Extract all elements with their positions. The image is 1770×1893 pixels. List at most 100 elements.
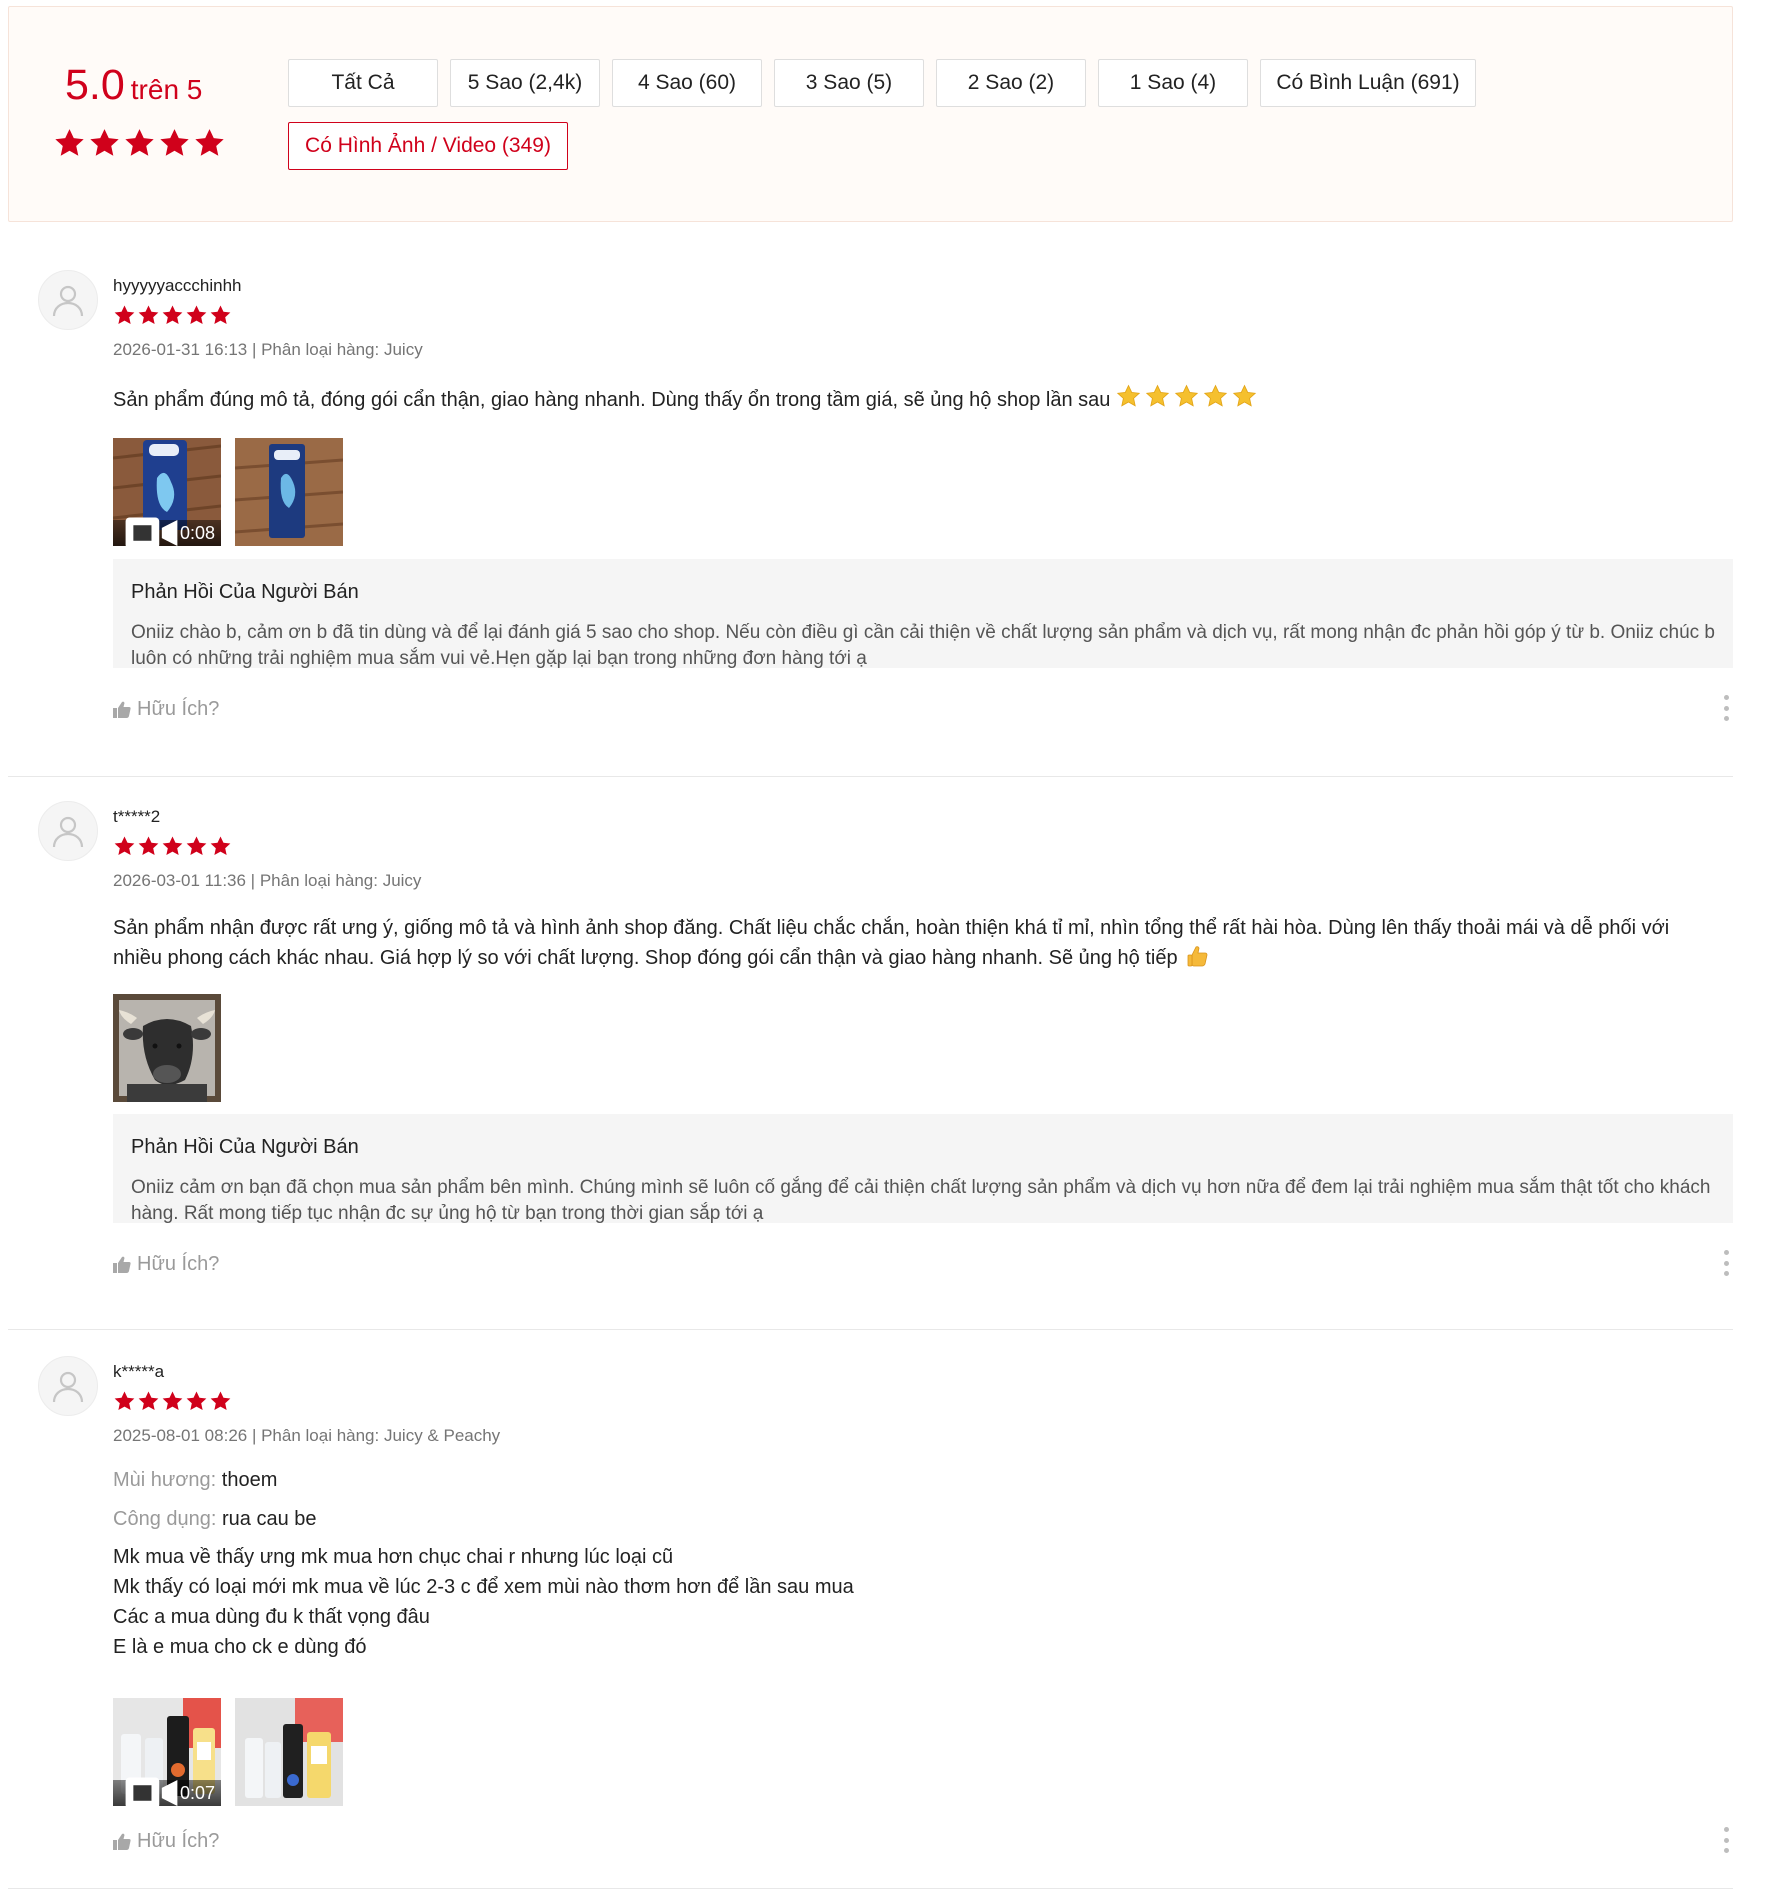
image-thumbnail[interactable] [113, 994, 221, 1102]
star-icon [195, 129, 224, 156]
video-thumbnail[interactable]: 0:08 [113, 438, 221, 546]
attribute-value: thoem [221, 1469, 278, 1491]
filter-3-star[interactable]: 3 Sao (5) [774, 59, 924, 107]
star-icon [138, 305, 159, 325]
star-icon [186, 836, 207, 856]
user-avatar-icon [52, 285, 84, 317]
attribute-value: rua cau be [221, 1508, 317, 1530]
star-icon [210, 836, 231, 856]
seller-reply: Phản Hồi Của Người Bán Oniiz cảm ơn bạn … [113, 1114, 1733, 1224]
user-avatar-icon [52, 816, 84, 848]
star-icon [186, 305, 207, 325]
star-icon [114, 305, 135, 325]
video-overlay: 0:07 [113, 1777, 221, 1806]
star-icon [114, 1391, 135, 1411]
thumbs-up-icon [113, 701, 131, 718]
average-rating: 5.0 trên 5 [65, 61, 202, 110]
image-thumbnail[interactable] [235, 438, 343, 546]
filter-5-star[interactable]: 5 Sao (2,4k) [450, 59, 600, 107]
review-stars [113, 304, 232, 327]
helpful-label: Hữu Ích? [137, 1830, 220, 1852]
review-meta: 2026-03-01 11:36 | Phân loại hàng: Juicy [113, 871, 422, 890]
star-icon [114, 836, 135, 856]
star-icon [138, 836, 159, 856]
seller-reply-title: Phản Hồi Của Người Bán [131, 1136, 359, 1158]
review-item: hyyyyyaccchinhh 2026-01-31 16:13 | Phân … [8, 270, 1733, 777]
thumbs-up-icon [113, 1833, 131, 1850]
video-camera-icon [125, 1777, 178, 1806]
more-options-icon[interactable] [1719, 695, 1733, 721]
review-text: Sản phẩm đúng mô tả, đóng gói cẩn thận, … [113, 384, 1723, 415]
video-duration: 0:08 [179, 522, 215, 543]
star-icon [138, 1391, 159, 1411]
review-text-line: Các a mua dùng đu k thất vọng đâu [113, 1606, 430, 1628]
avatar[interactable] [38, 1356, 98, 1416]
video-thumbnail[interactable]: 0:07 [113, 1698, 221, 1806]
filter-all[interactable]: Tất Cả [288, 59, 438, 107]
review-media [113, 994, 221, 1102]
filter-4-star[interactable]: 4 Sao (60) [612, 59, 762, 107]
star-emoji-icon [1117, 384, 1141, 407]
product-photo [235, 438, 343, 546]
video-overlay: 0:08 [113, 517, 221, 546]
rating-overview: 5.0 trên 5 Tất Cả 5 Sao (2,4k) 4 Sao (60)… [8, 6, 1733, 222]
thumbs-up-emoji-icon [1187, 946, 1208, 967]
seller-reply-body: Oniiz cảm ơn bạn đã chọn mua sản phẩm bê… [131, 1177, 1711, 1224]
avatar[interactable] [38, 801, 98, 861]
review-text-line: Mk mua về thấy ưng mk mua hơn chục chai … [113, 1546, 674, 1568]
star-emoji-group [1116, 384, 1257, 409]
star-icon [125, 129, 154, 156]
star-emoji-icon [1233, 384, 1257, 407]
star-emoji-icon [1204, 384, 1228, 407]
video-camera-icon [125, 517, 178, 546]
review-text-body: Sản phẩm đúng mô tả, đóng gói cẩn thận, … [113, 389, 1111, 411]
star-emoji-icon [1146, 384, 1170, 407]
filter-with-media[interactable]: Có Hình Ảnh / Video (349) [288, 122, 568, 170]
more-options-icon[interactable] [1719, 1250, 1733, 1276]
review-item: t*****2 2026-03-01 11:36 | Phân loại hàn… [8, 801, 1733, 1330]
review-media: 0:07 [113, 1698, 343, 1806]
review-meta: 2026-01-31 16:13 | Phân loại hàng: Juicy [113, 340, 423, 359]
helpful-button[interactable]: Hữu Ích? [113, 698, 219, 721]
rating-out-of: trên 5 [130, 74, 203, 105]
seller-reply-body: Oniiz chào b, cảm ơn b đã tin dùng và để… [131, 622, 1715, 669]
attribute-scent: Mùi hương: thoem [113, 1469, 277, 1492]
star-icon [186, 1391, 207, 1411]
review-meta: 2025-08-01 08:26 | Phân loại hàng: Juicy… [113, 1426, 501, 1445]
seller-reply: Phản Hồi Của Người Bán Oniiz chào b, cảm… [113, 559, 1733, 669]
review-text-body: Sản phẩm nhận được rất ưng ý, giống mô t… [113, 917, 1670, 969]
helpful-label: Hữu Ích? [137, 1253, 220, 1275]
star-icon [162, 1391, 183, 1411]
star-icon [160, 129, 189, 156]
star-icon [162, 305, 183, 325]
attribute-usage: Công dụng: rua cau be [113, 1508, 317, 1531]
star-icon [210, 305, 231, 325]
video-duration: 0:07 [179, 1782, 215, 1803]
filter-1-star[interactable]: 1 Sao (4) [1098, 59, 1248, 107]
star-icon [55, 129, 84, 156]
star-icon [162, 836, 183, 856]
review-text-line: E là e mua cho ck e dùng đó [113, 1636, 367, 1658]
helpful-button[interactable]: Hữu Ích? [113, 1253, 219, 1276]
user-avatar-icon [52, 1371, 84, 1403]
filter-with-comments[interactable]: Có Bình Luận (691) [1260, 59, 1476, 107]
review-username[interactable]: hyyyyyaccchinhh [113, 276, 242, 296]
review-item: k*****a 2025-08-01 08:26 | Phân loại hàn… [8, 1356, 1733, 1889]
review-stars [113, 835, 232, 858]
review-text-line: Mk thấy có loại mới mk mua về lúc 2-3 c … [113, 1576, 854, 1598]
review-username[interactable]: k*****a [113, 1362, 164, 1382]
filter-2-star[interactable]: 2 Sao (2) [936, 59, 1086, 107]
cow-photo [113, 994, 221, 1102]
avatar[interactable] [38, 270, 98, 330]
star-emoji-icon [1175, 384, 1199, 407]
helpful-label: Hữu Ích? [137, 698, 220, 720]
more-options-icon[interactable] [1719, 1827, 1733, 1853]
review-stars [113, 1390, 232, 1413]
image-thumbnail[interactable] [235, 1698, 343, 1806]
thumbs-up-icon [113, 1256, 131, 1273]
star-icon [210, 1391, 231, 1411]
review-text: Mk mua về thấy ưng mk mua hơn chục chai … [113, 1542, 1723, 1662]
review-username[interactable]: t*****2 [113, 807, 160, 827]
seller-reply-title: Phản Hồi Của Người Bán [131, 581, 359, 603]
helpful-button[interactable]: Hữu Ích? [113, 1830, 219, 1853]
